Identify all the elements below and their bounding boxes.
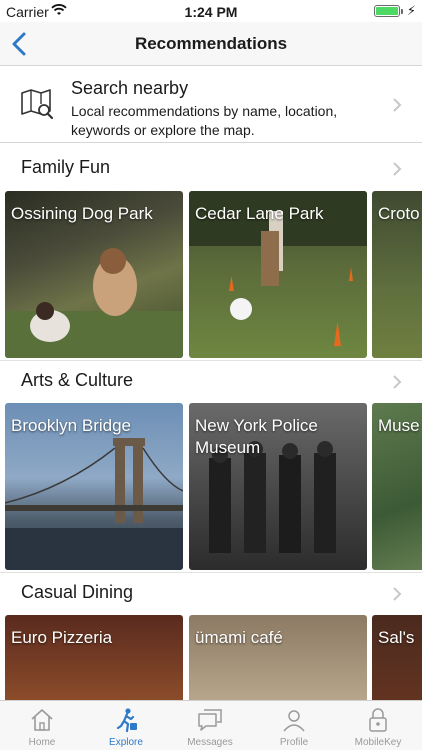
battery-tip [401, 9, 403, 14]
map-search-icon [21, 89, 54, 120]
tab-label: Messages [187, 737, 233, 748]
recommendation-card[interactable]: Cedar Lane Park [189, 191, 367, 358]
tab-label: MobileKey [354, 737, 402, 748]
chevron-right-icon [393, 98, 402, 112]
card-title: Euro Pizzeria [11, 628, 113, 647]
casual-dining-carousel[interactable]: Euro Pizzeria ümami café Sal's [0, 615, 422, 700]
card-title: Sal's [378, 628, 415, 647]
card-title: Croto [378, 204, 420, 223]
section-header-casual-dining[interactable]: Casual Dining [0, 573, 422, 613]
card-title: Cedar Lane Park [195, 204, 324, 223]
family-fun-carousel[interactable]: Ossining Dog Park Cedar Lane Park Croto [0, 191, 422, 358]
tab-bar: Home Explore Messages Profile MobileKey [0, 700, 422, 750]
search-nearby-title: Search nearby [71, 78, 189, 98]
recommendation-card[interactable]: ümami café [189, 615, 367, 700]
search-nearby-description: Local recommendations by name, location,… [71, 103, 338, 138]
navigation-bar: Recommendations [0, 22, 422, 66]
tab-messages[interactable]: Messages [168, 701, 252, 750]
status-bar: Carrier 1:24 PM ⚡ [0, 0, 422, 22]
recommendation-card[interactable]: Muse Amer [372, 403, 422, 570]
card-title: Brooklyn Bridge [11, 416, 132, 435]
arts-culture-carousel[interactable]: Brooklyn Bridge New York Police Museum M… [0, 403, 422, 570]
card-title: Muse Amer [378, 416, 422, 435]
tab-label: Home [28, 737, 56, 748]
recommendation-card[interactable]: Croto [372, 191, 422, 358]
card-title: New York Police Museum [195, 416, 318, 457]
messages-icon [198, 709, 222, 731]
chevron-right-icon [393, 375, 402, 389]
charging-bolt-icon: ⚡ [406, 3, 416, 18]
home-icon [31, 709, 53, 731]
mobilekey-lock-icon [369, 708, 387, 732]
search-nearby-row[interactable]: Search nearby Local recommendations by n… [0, 67, 422, 143]
card-title: Ossining Dog Park [11, 204, 153, 223]
clock: 1:24 PM [184, 4, 238, 20]
section-title: Family Fun [21, 157, 111, 177]
tab-profile[interactable]: Profile [252, 701, 336, 750]
battery-icon [374, 5, 400, 17]
profile-icon [283, 710, 305, 732]
tab-explore[interactable]: Explore [84, 701, 168, 750]
section-header-arts-culture[interactable]: Arts & Culture [0, 361, 422, 401]
recommendation-card[interactable]: Brooklyn Bridge [5, 403, 183, 570]
recommendation-card[interactable]: Ossining Dog Park [5, 191, 183, 358]
tab-label: Explore [109, 737, 143, 748]
chevron-right-icon [393, 162, 402, 176]
recommendation-card[interactable]: Euro Pizzeria [5, 615, 183, 700]
tab-mobilekey[interactable]: MobileKey [336, 701, 420, 750]
section-header-family-fun[interactable]: Family Fun [0, 148, 422, 188]
tab-label: Profile [279, 737, 309, 748]
tab-home[interactable]: Home [0, 701, 84, 750]
chevron-right-icon [393, 587, 402, 601]
page-title: Recommendations [134, 34, 288, 53]
recommendation-card[interactable]: New York Police Museum [189, 403, 367, 570]
recommendation-card[interactable]: Sal's [372, 615, 422, 700]
section-title: Casual Dining [21, 582, 134, 602]
section-title: Arts & Culture [21, 370, 134, 390]
card-title: ümami café [195, 628, 283, 647]
explore-walker-icon [116, 708, 137, 733]
